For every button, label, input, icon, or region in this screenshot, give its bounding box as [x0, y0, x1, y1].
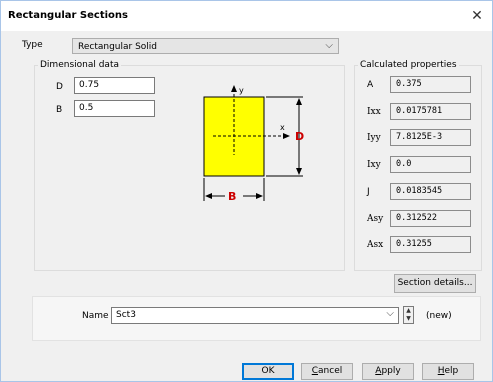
cancel-label-rest: ancel	[318, 366, 343, 376]
d-arrow-bottom-icon	[296, 168, 302, 175]
help-mnemonic: H	[437, 366, 445, 376]
calculated-properties-legend: Calculated properties	[358, 60, 459, 70]
prop-asy-value: 0.312522	[390, 210, 471, 227]
prop-asy-label: Asy	[367, 214, 384, 224]
x-axis-arrow-icon	[283, 133, 290, 139]
name-spin-control[interactable]: ▲ ▼	[403, 306, 414, 324]
close-icon[interactable]: ✕	[466, 5, 488, 27]
d-arrow-top-icon	[296, 98, 302, 105]
section-diagram: y x D B	[203, 85, 304, 203]
prop-asx-label: Asx	[367, 240, 384, 250]
help-label-rest: elp	[444, 366, 459, 376]
prop-ixx-label: Ixx	[367, 107, 381, 117]
prop-ixy-value: 0.0	[390, 156, 471, 173]
y-axis-label: y	[239, 86, 244, 95]
d-input[interactable]: 0.75	[74, 77, 155, 94]
help-button[interactable]: Help	[422, 363, 474, 380]
type-dropdown[interactable]: Rectangular Solid ⌵	[72, 38, 339, 54]
new-status-label: (new)	[426, 311, 452, 321]
b-input[interactable]: 0.5	[74, 100, 155, 117]
prop-iyy-label: Iyy	[367, 133, 381, 143]
b-arrow-left-icon	[205, 193, 212, 199]
prop-j-value: 0.0183545	[390, 183, 471, 200]
section-details-button[interactable]: Section details...	[394, 274, 476, 293]
prop-asx-value: 0.31255	[390, 236, 471, 253]
prop-a-label: A	[367, 80, 374, 90]
chevron-down-icon: ⌵	[386, 308, 394, 319]
d-label: D	[56, 82, 63, 92]
rectangular-sections-dialog: Rectangular Sections ✕ Type Rectangular …	[0, 0, 493, 382]
prop-a-value: 0.375	[390, 76, 471, 93]
cancel-button[interactable]: Cancel	[301, 363, 353, 380]
dimensional-data-legend: Dimensional data	[38, 60, 121, 70]
prop-iyy-value: 7.8125E-3	[390, 129, 471, 146]
chevron-down-icon: ⌵	[325, 40, 333, 51]
title-bar: Rectangular Sections ✕	[1, 1, 492, 31]
b-arrow-right-icon	[256, 193, 263, 199]
name-label: Name	[82, 311, 109, 321]
name-value: Sct3	[116, 310, 136, 320]
type-label: Type	[22, 40, 43, 50]
apply-label-rest: pply	[381, 366, 401, 376]
y-axis-arrow-icon	[231, 85, 237, 92]
b-dimension-label: B	[228, 190, 236, 203]
d-dimension-label: D	[295, 130, 304, 143]
spin-up-icon[interactable]: ▲	[404, 307, 413, 315]
ok-button[interactable]: OK	[242, 363, 294, 380]
type-dropdown-value: Rectangular Solid	[78, 42, 158, 52]
prop-ixy-label: Ixy	[367, 160, 381, 170]
prop-j-label: J	[367, 187, 370, 197]
x-axis-label: x	[280, 123, 285, 132]
prop-ixx-value: 0.0175781	[390, 103, 471, 120]
name-combo[interactable]: Sct3 ⌵	[111, 307, 399, 324]
spin-down-icon[interactable]: ▼	[404, 315, 413, 323]
apply-button[interactable]: Apply	[362, 363, 414, 380]
b-label: B	[56, 105, 63, 115]
dialog-title: Rectangular Sections	[8, 10, 128, 21]
